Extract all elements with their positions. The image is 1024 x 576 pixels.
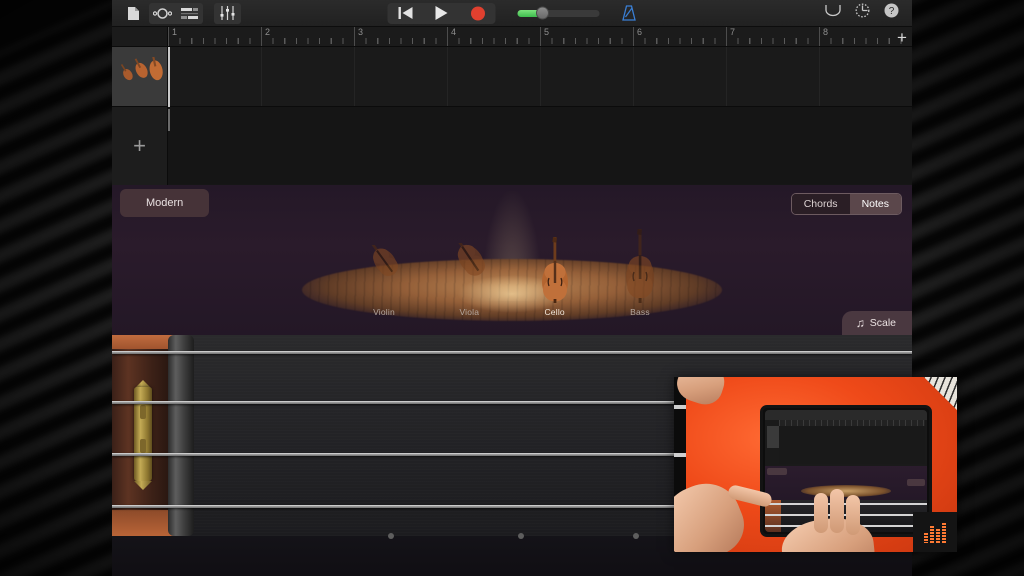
ruler-bar-label: 5: [544, 27, 550, 37]
equalizer-logo: [913, 512, 957, 552]
rewind-button[interactable]: [388, 3, 424, 24]
bass-icon: [615, 229, 665, 303]
transport-controls: [387, 2, 637, 24]
track-lanes: [168, 47, 912, 185]
string-1[interactable]: [112, 351, 912, 354]
scroll-wood-bottom: [112, 510, 174, 536]
instrument-label: Viola: [459, 307, 480, 317]
pip-preset-button: [767, 468, 787, 475]
instrument-label: Cello: [544, 307, 565, 317]
ruler-bar-7: 7: [726, 27, 735, 46]
scale-button[interactable]: ♫ Scale: [841, 311, 912, 335]
toolbar-view-group: [149, 2, 203, 24]
scroll-wood-top: [112, 335, 174, 349]
add-track-button[interactable]: +: [112, 107, 167, 185]
instrument-bass[interactable]: Bass: [603, 229, 677, 317]
equalizer-bar-4: [942, 522, 946, 543]
mixer-icon[interactable]: [214, 2, 241, 24]
eighth-notes-icon: ♫: [855, 316, 865, 330]
settings-gear-icon[interactable]: [855, 3, 870, 23]
volume-track[interactable]: [517, 6, 600, 20]
track-headers: +: [112, 47, 168, 185]
position-marker-3: [633, 533, 639, 539]
loop-browser-icon[interactable]: [149, 3, 176, 24]
instrument-label: Bass: [630, 307, 650, 317]
ruler-bar-label: 2: [265, 27, 271, 37]
transport-group: [387, 2, 496, 24]
pip-edge-strip: [674, 453, 686, 457]
strings-instrument-icon: [120, 56, 163, 80]
timeline-ruler-row: + 1 2 3 4 5 6 7 8: [112, 27, 912, 47]
document-icon[interactable]: [121, 3, 145, 24]
ruler-bar-label: 4: [451, 27, 457, 37]
toolbar-right-group: ?: [825, 3, 912, 23]
pip-finger-right-1: [814, 493, 828, 533]
track-list-icon[interactable]: [176, 3, 203, 24]
instrument-violin[interactable]: Violin: [347, 235, 421, 317]
position-marker-1: [388, 533, 394, 539]
loop-region-icon[interactable]: [825, 4, 841, 22]
tab-notes[interactable]: Notes: [849, 194, 901, 214]
instrument-list: Violin Viola Cello Bass: [347, 229, 677, 317]
ruler-bar-label: 3: [358, 27, 364, 37]
instrument-selector-panel: Violin Viola Cello Bass Modern Chords Notes…: [112, 185, 912, 335]
scale-button-label: Scale: [869, 317, 896, 329]
record-button[interactable]: [460, 3, 496, 24]
help-icon[interactable]: ?: [884, 3, 899, 23]
ruler-bar-2: 2: [261, 27, 270, 46]
tracks-area: +: [112, 47, 912, 185]
play-button[interactable]: [424, 3, 460, 24]
svg-text:?: ?: [889, 6, 895, 17]
pip-track-header: [767, 426, 779, 448]
instrument-cello[interactable]: Cello: [518, 235, 592, 317]
pip-instrument-panel: [765, 466, 927, 500]
pip-finger-right-2: [830, 489, 844, 533]
playhead-lower: [168, 109, 170, 131]
ruler-bar-label: 1: [172, 27, 178, 37]
viola-icon: [440, 235, 498, 303]
ruler-bar-1: 1: [168, 27, 177, 46]
ruler-bar-4: 4: [447, 27, 456, 46]
instrument-label: Violin: [373, 307, 395, 317]
pip-finger-right-3: [846, 495, 860, 535]
instrument-viola[interactable]: Viola: [432, 235, 506, 317]
cello-icon: [530, 235, 580, 303]
ruler-bar-label: 6: [637, 27, 643, 37]
pip-track-lane: [779, 426, 925, 464]
ruler-bar-label: 8: [823, 27, 829, 37]
preset-button[interactable]: Modern: [120, 189, 210, 217]
picture-in-picture-video[interactable]: [674, 377, 957, 552]
ruler-corner: [112, 27, 168, 46]
track-header-strings[interactable]: [112, 47, 167, 107]
equalizer-bar-2: [930, 526, 934, 543]
track-lane-strings[interactable]: [168, 47, 912, 107]
pip-scale-button: [907, 479, 925, 486]
toolbar-left-group: [112, 2, 241, 24]
top-toolbar: ?: [112, 0, 912, 27]
add-section-button[interactable]: +: [894, 28, 910, 46]
metronome-icon[interactable]: [622, 5, 637, 21]
master-volume-slider[interactable]: [517, 6, 600, 20]
ruler-bar-6: 6: [633, 27, 642, 46]
equalizer-bar-1: [924, 532, 928, 543]
screen-root: ? + 1 2 3 4 5 6 7 8 + Violin Viola Cello Bass M…: [0, 0, 1024, 576]
volume-knob[interactable]: [535, 6, 549, 20]
tab-chords[interactable]: Chords: [791, 194, 850, 214]
chords-notes-toggle: Chords Notes: [790, 193, 902, 215]
ruler-bar-label: 7: [730, 27, 736, 37]
ruler-bar-5: 5: [540, 27, 549, 46]
pip-edge-strip: [674, 405, 686, 409]
pip-toolbar: [765, 410, 927, 420]
playhead[interactable]: [168, 47, 170, 107]
equalizer-bar-3: [936, 529, 940, 543]
ruler-bar-3: 3: [354, 27, 363, 46]
timeline-ruler[interactable]: + 1 2 3 4 5 6 7 8: [168, 27, 912, 46]
position-marker-2: [518, 533, 524, 539]
track-lane-empty[interactable]: [168, 107, 912, 184]
violin-icon: [356, 235, 412, 303]
ruler-bar-8: 8: [819, 27, 828, 46]
